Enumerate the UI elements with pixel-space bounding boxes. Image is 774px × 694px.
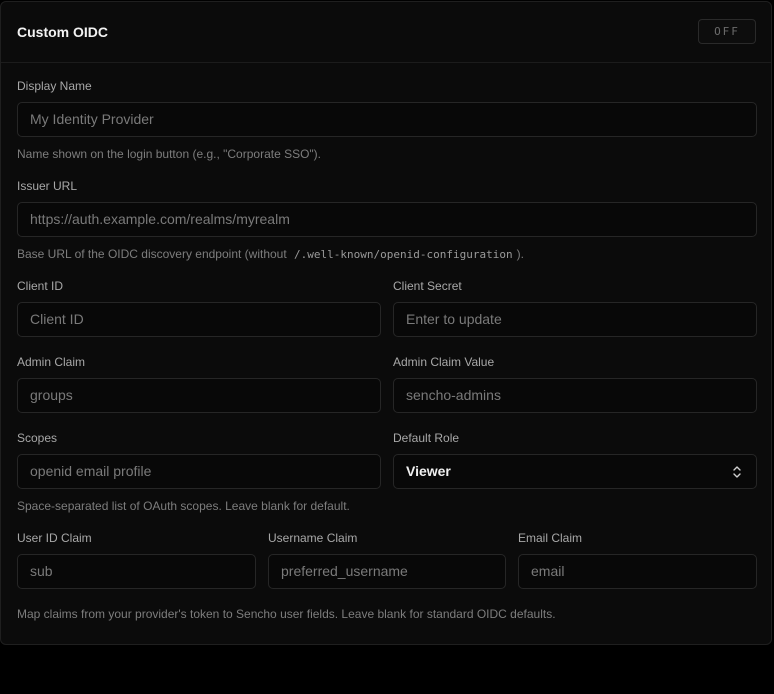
issuer-url-help-code: /.well-known/openid-configuration [294,248,513,261]
client-id-label: Client ID [17,279,64,293]
issuer-url-help: Base URL of the OIDC discovery endpoint … [17,247,524,261]
issuer-url-help-suffix: ). [516,247,524,261]
client-secret-label: Client Secret [393,279,462,293]
default-role-select[interactable]: Viewer [393,454,757,489]
scopes-label: Scopes [17,431,58,445]
enable-toggle[interactable]: OFF [698,19,756,44]
default-role-label: Default Role [393,431,460,445]
admin-claim-label: Admin Claim [17,355,86,369]
display-name-label: Display Name [17,79,92,93]
issuer-url-input[interactable]: https://auth.example.com/realms/myrealm [17,202,757,237]
issuer-url-help-prefix: Base URL of the OIDC discovery endpoint … [17,247,287,261]
display-name-help: Name shown on the login button (e.g., "C… [17,147,322,161]
user-id-claim-label: User ID Claim [17,531,92,545]
admin-claim-value-input[interactable]: sencho-admins [393,378,757,413]
username-claim-input[interactable]: preferred_username [268,554,506,589]
admin-claim-input[interactable]: groups [17,378,381,413]
scopes-input[interactable]: openid email profile [17,454,381,489]
email-claim-label: Email Claim [518,531,583,545]
client-id-input[interactable]: Client ID [17,302,381,337]
chevron-up-down-icon [733,466,741,478]
display-name-input[interactable]: My Identity Provider [17,102,757,137]
user-id-claim-input[interactable]: sub [17,554,256,589]
username-claim-label: Username Claim [268,531,358,545]
issuer-url-label: Issuer URL [17,179,78,193]
claims-help: Map claims from your provider's token to… [17,607,556,621]
email-claim-input[interactable]: email [518,554,757,589]
card-header: Custom OIDC OFF [1,2,771,63]
custom-oidc-card: Custom OIDC OFF Display Name My Identity… [0,1,772,645]
default-role-value: Viewer [406,463,451,479]
scopes-help: Space-separated list of OAuth scopes. Le… [17,499,350,513]
section-title: Custom OIDC [17,24,108,40]
client-secret-input[interactable]: Enter to update [393,302,757,337]
admin-claim-value-label: Admin Claim Value [393,355,495,369]
